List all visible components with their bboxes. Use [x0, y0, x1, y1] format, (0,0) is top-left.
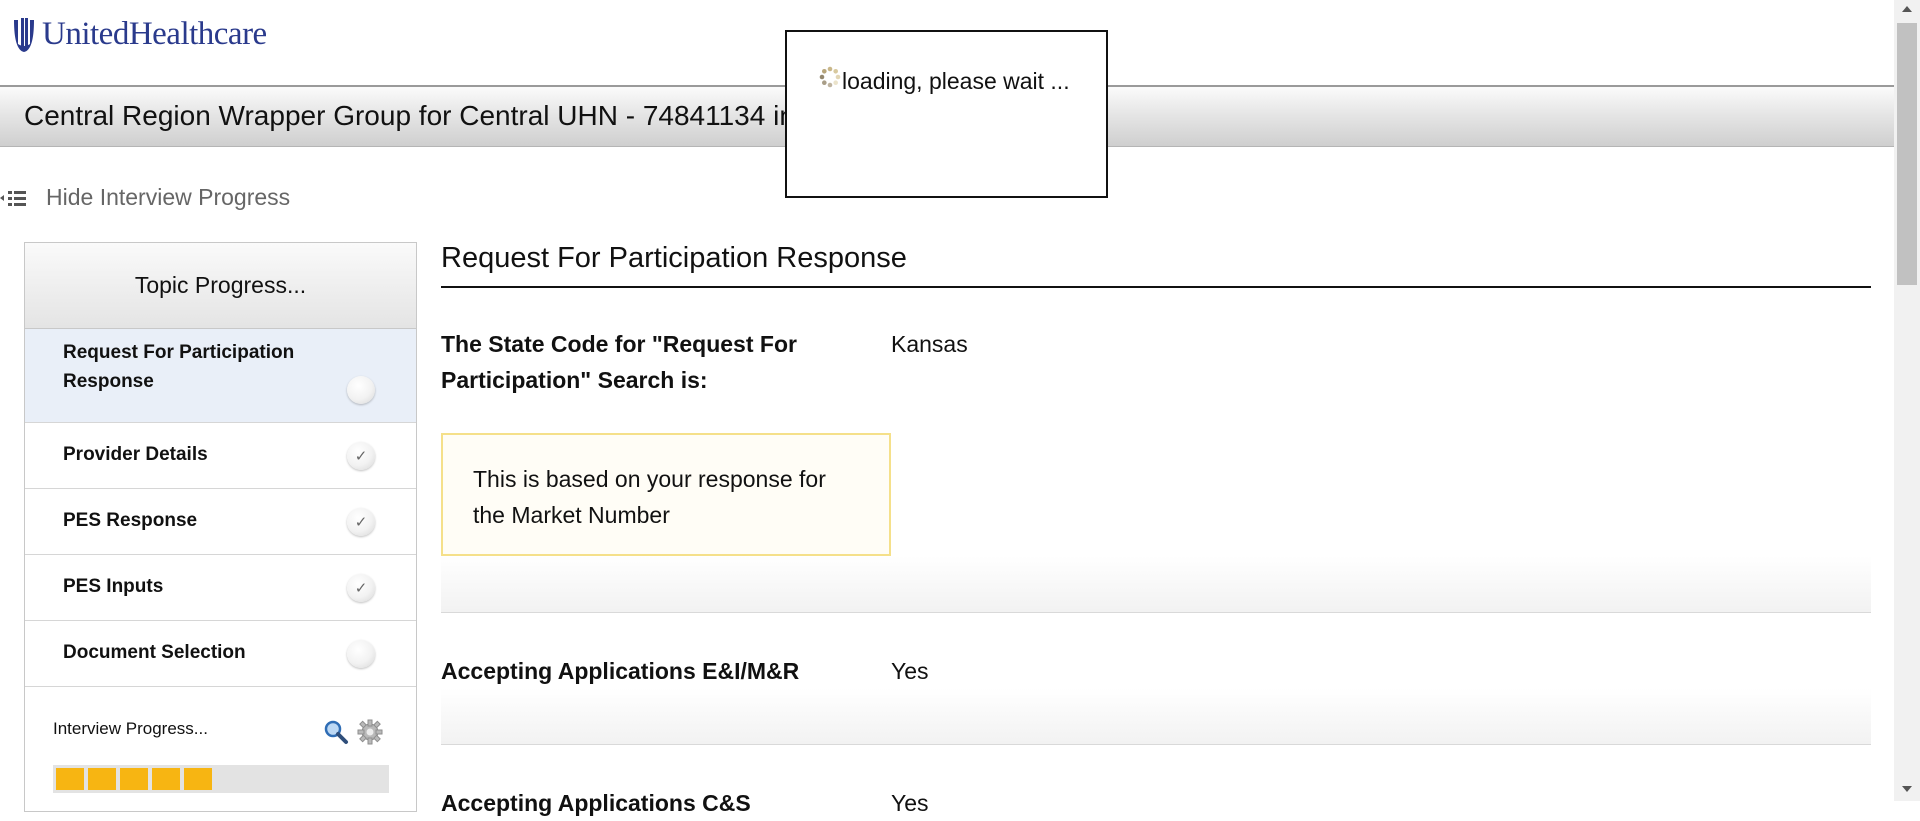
- progress-segment: [88, 768, 116, 790]
- vertical-scrollbar[interactable]: [1894, 0, 1920, 801]
- progress-segment: [120, 768, 148, 790]
- row-divider: [441, 556, 1871, 613]
- question-value: Yes: [891, 790, 929, 816]
- topic-progress-header: Topic Progress...: [25, 243, 416, 329]
- status-pending-icon: [347, 640, 375, 668]
- question-label: The State Code for "Request For Particip…: [441, 331, 797, 393]
- topic-progress-panel: Topic Progress... Request For Participat…: [24, 242, 417, 812]
- section-title: Request For Participation Response: [441, 242, 907, 274]
- status-check-icon: ✓: [347, 508, 375, 536]
- page-title: Central Region Wrapper Group for Central…: [24, 100, 819, 131]
- progress-segment: [184, 768, 212, 790]
- status-check-icon: ✓: [347, 574, 375, 602]
- topic-label: Document Selection: [63, 642, 246, 663]
- hide-list-icon: [0, 190, 26, 206]
- question-value: Kansas: [891, 331, 968, 357]
- topic-label: Request For Participation Response: [63, 342, 295, 392]
- topic-item-request-for-participation[interactable]: Request For Participation Response: [25, 329, 416, 423]
- topic-item-pes-inputs[interactable]: PES Inputs ✓: [25, 555, 416, 621]
- brand-logo[interactable]: UnitedHealthcare: [12, 14, 267, 54]
- gear-icon[interactable]: [357, 719, 383, 745]
- row-divider: [441, 688, 1871, 745]
- scroll-down-arrow-icon[interactable]: [1902, 786, 1912, 792]
- search-icon[interactable]: [323, 719, 349, 745]
- scroll-thumb[interactable]: [1897, 23, 1917, 285]
- progress-bar: [53, 765, 389, 793]
- loading-spinner-icon: [819, 66, 841, 88]
- topic-item-pes-response[interactable]: PES Response ✓: [25, 489, 416, 555]
- progress-tools: [323, 719, 383, 745]
- question-value: Yes: [891, 658, 929, 684]
- question-label: Accepting Applications E&I/M&R: [441, 658, 800, 684]
- loading-message: loading, please wait ...: [842, 68, 1070, 94]
- progress-segment: [56, 768, 84, 790]
- interview-progress-label: Interview Progress...: [53, 719, 208, 738]
- question-label: Accepting Applications C&S: [441, 790, 751, 816]
- loading-dialog: loading, please wait ...: [785, 30, 1108, 198]
- topic-label: PES Inputs: [63, 576, 164, 597]
- progress-segment: [152, 768, 180, 790]
- topic-item-document-selection[interactable]: Document Selection: [25, 621, 416, 687]
- interview-progress: Interview Progress...: [25, 699, 416, 819]
- topic-progress-title: Topic Progress...: [134, 272, 307, 298]
- section-divider: [441, 286, 1871, 288]
- topic-item-provider-details[interactable]: Provider Details ✓: [25, 423, 416, 489]
- hide-progress-toggle[interactable]: Hide Interview Progress: [0, 184, 290, 211]
- uhc-shield-icon: [14, 18, 34, 52]
- status-check-icon: ✓: [347, 442, 375, 470]
- brand-name: UnitedHealthcare: [42, 15, 267, 52]
- status-pending-icon: [347, 376, 375, 404]
- hide-progress-label: Hide Interview Progress: [46, 184, 291, 210]
- topic-label: PES Response: [63, 510, 198, 531]
- info-note: This is based on your response for the M…: [441, 433, 891, 556]
- scroll-up-arrow-icon[interactable]: [1902, 6, 1912, 12]
- topic-label: Provider Details: [63, 444, 208, 465]
